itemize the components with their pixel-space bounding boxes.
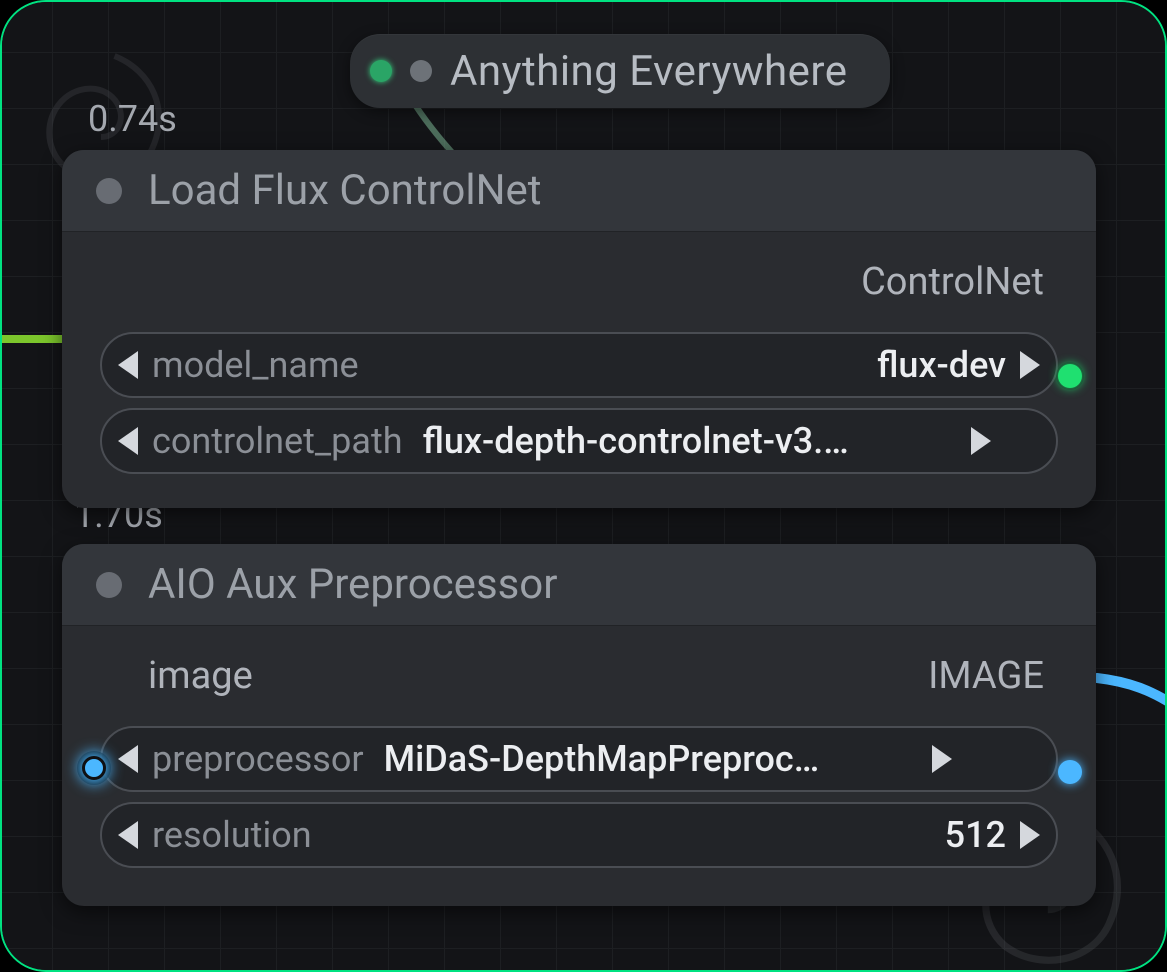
chevron-left-icon[interactable] (118, 821, 138, 849)
widget-label: resolution (152, 814, 312, 856)
input-port-icon[interactable] (370, 60, 392, 82)
output-port-controlnet[interactable] (1058, 364, 1082, 388)
app-frame: 0.74s 1.70s Anything Everywhere Load Flu… (0, 0, 1167, 972)
widget-label: controlnet_path (152, 420, 403, 462)
widget-label: preprocessor (152, 738, 364, 780)
widget-label: model_name (152, 344, 359, 386)
chevron-left-icon[interactable] (118, 745, 138, 773)
collapse-dot-icon[interactable] (96, 572, 122, 598)
widget-value[interactable]: flux-dev (877, 344, 1006, 386)
widget-controlnet-path[interactable]: controlnet_path flux-depth-controlnet-v3… (100, 408, 1058, 474)
collapse-dot-icon[interactable] (410, 60, 432, 82)
chevron-right-icon[interactable] (932, 745, 952, 773)
io-row: image IMAGE (80, 644, 1078, 716)
node-aio-aux-preprocessor[interactable]: AIO Aux Preprocessor image IMAGE preproc… (62, 544, 1096, 906)
chevron-left-icon[interactable] (118, 351, 138, 379)
chevron-right-icon[interactable] (1020, 351, 1040, 379)
node-title: Anything Everywhere (450, 47, 848, 96)
node-header[interactable]: Load Flux ControlNet (62, 150, 1096, 232)
node-anything-everywhere[interactable]: Anything Everywhere (350, 34, 890, 108)
input-port-image[interactable] (82, 756, 106, 780)
node-load-flux-controlnet[interactable]: Load Flux ControlNet ControlNet model_na… (62, 150, 1096, 508)
widget-value[interactable]: 512 (945, 814, 1006, 856)
widget-value[interactable]: MiDaS-DepthMapPreproc… (384, 738, 919, 780)
output-port-image[interactable] (1058, 760, 1082, 784)
widget-value[interactable]: flux-depth-controlnet-v3.… (423, 420, 958, 462)
chevron-right-icon[interactable] (1020, 821, 1040, 849)
chevron-right-icon[interactable] (971, 427, 991, 455)
widget-resolution[interactable]: resolution 512 (100, 802, 1058, 868)
timing-badge: 0.74s (88, 98, 177, 140)
node-title: Load Flux ControlNet (148, 166, 542, 215)
input-label: image (148, 654, 253, 698)
output-label: IMAGE (928, 654, 1044, 698)
output-row: ControlNet (80, 250, 1078, 322)
widget-preprocessor[interactable]: preprocessor MiDaS-DepthMapPreproc… (100, 726, 1058, 792)
output-label: ControlNet (861, 260, 1044, 304)
node-header[interactable]: AIO Aux Preprocessor (62, 544, 1096, 626)
widget-model-name[interactable]: model_name flux-dev (100, 332, 1058, 398)
collapse-dot-icon[interactable] (96, 178, 122, 204)
chevron-left-icon[interactable] (118, 427, 138, 455)
node-title: AIO Aux Preprocessor (148, 560, 557, 609)
